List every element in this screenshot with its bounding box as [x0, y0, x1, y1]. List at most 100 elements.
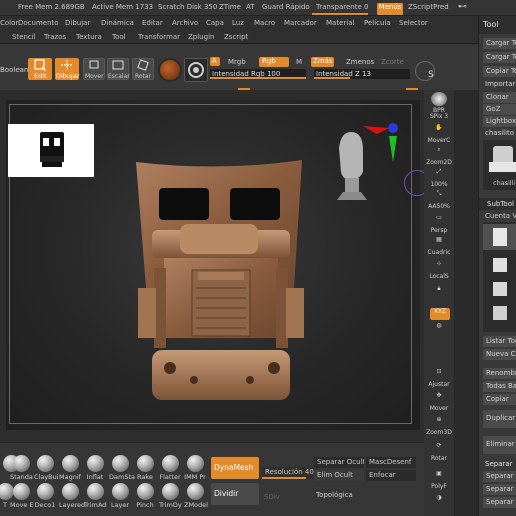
menu-tool[interactable]: Tool — [112, 33, 126, 41]
brush-claybuildup[interactable]: ClayBui — [34, 455, 59, 481]
menu-draw[interactable]: Dibujar — [65, 19, 90, 27]
zadd-toggle[interactable]: Zmás — [311, 57, 334, 67]
focus-button[interactable]: Enfocar — [366, 470, 416, 481]
menu-edit[interactable]: Editar — [142, 19, 163, 27]
brush-move-elastic[interactable]: Move E — [10, 483, 34, 509]
menu-document[interactable]: Documento — [18, 19, 59, 27]
brush-deco1[interactable]: Deco1 — [34, 483, 56, 509]
quick-save-button[interactable]: Guard Rápido — [262, 3, 310, 11]
move-view-button[interactable]: ✥ Mover — [426, 392, 452, 412]
m-toggle[interactable]: M — [296, 58, 302, 66]
menus-button[interactable]: Menús — [377, 3, 403, 15]
lightbox-button[interactable]: Lightbox — [483, 116, 516, 127]
brush-pinch[interactable]: Pinch — [134, 483, 156, 509]
divide-button[interactable]: Dividir — [211, 483, 259, 505]
antialias-half-button[interactable]: ⤡ AA50% — [426, 190, 452, 210]
rotate-view-button[interactable]: ⟳ Rotar — [426, 442, 452, 462]
brush-damstandard[interactable]: DamSta — [109, 455, 135, 481]
split-section-header[interactable]: Separar — [485, 460, 513, 468]
group-hidden-button[interactable]: Elim Ocult — [314, 470, 364, 481]
zsub-toggle[interactable]: Zmenos — [346, 58, 374, 66]
rename-button[interactable]: Renombrar — [483, 368, 516, 379]
zcut-toggle[interactable]: Zcorte — [381, 58, 404, 66]
duplicate-button[interactable]: Duplicar — [483, 410, 516, 428]
subtool-list[interactable] — [483, 222, 516, 332]
menu-stroke[interactable]: Trazos — [44, 33, 66, 41]
bpr-button[interactable]: BPR — [426, 92, 452, 114]
brush-rake[interactable]: Rake — [134, 455, 156, 481]
brush-trimadaptive[interactable]: TrimAd — [84, 483, 106, 509]
s-toggle[interactable]: S — [428, 70, 434, 80]
menu-dynamics[interactable]: Dinámica — [101, 19, 134, 27]
copy-subtool-button[interactable]: Copiar — [483, 394, 516, 405]
split-unmasked-button[interactable]: Separar P — [483, 497, 516, 508]
subtool-header[interactable]: SubTool — [479, 198, 516, 210]
brush-standard[interactable]: Standa — [10, 455, 33, 481]
load-tool-button[interactable]: Cargar Tool — [483, 38, 516, 49]
texture-swatch[interactable] — [184, 58, 208, 82]
floor-button[interactable]: ▦ Cuadric — [426, 236, 452, 256]
navigator-thumbnail[interactable] — [8, 124, 94, 177]
brush-layered[interactable]: Layered — [59, 483, 85, 509]
current-tool-thumbnail[interactable]: chasilli — [483, 140, 516, 190]
truck-model[interactable] — [134, 158, 306, 404]
brush-inflat[interactable]: Inflat — [84, 455, 106, 481]
a-toggle[interactable]: A — [210, 57, 220, 66]
menu-zplugin[interactable]: Zplugin — [188, 33, 214, 41]
transparency-button[interactable]: ◑ — [426, 494, 452, 507]
transparent-toggle[interactable]: Transparente 0 — [316, 3, 368, 11]
brush-zmodeler[interactable]: ZModel — [184, 483, 208, 509]
menu-layer[interactable]: Capa — [206, 19, 224, 27]
actual-size-button[interactable]: ⤢ 100% — [426, 168, 452, 188]
mask-blur-button[interactable]: MascDesenf — [366, 457, 416, 468]
material-swatch[interactable] — [158, 58, 182, 82]
menu-zscript[interactable]: Zscript — [224, 33, 248, 41]
list-all-button[interactable]: Listar Tod — [483, 336, 516, 347]
draw-button[interactable]: Dibujar — [55, 58, 80, 80]
brush-imm-primitives[interactable]: IMM Pr — [184, 455, 206, 481]
copy-tool-button[interactable]: Copiar Tool — [483, 66, 516, 77]
lock-button[interactable]: 🔒︎ — [426, 285, 452, 298]
default-zscript-button[interactable]: ZScriptPred — [408, 3, 449, 11]
xyz-rotation-toggle[interactable]: XYZ — [430, 308, 450, 320]
symmetry-toggle[interactable]: ◍ — [426, 322, 452, 335]
brush-trimdynamic[interactable]: TrimDy — [159, 483, 182, 509]
split-groups-button[interactable]: Separar P — [483, 484, 516, 495]
menu-file[interactable]: Archivo — [172, 19, 198, 27]
menu-macro[interactable]: Macro — [254, 19, 275, 27]
perspective-button[interactable]: ▭ Persp — [426, 214, 452, 234]
frame-button[interactable]: ⊡ Ajustar — [426, 368, 452, 388]
local-symmetry-button[interactable]: ⊹ LocalS — [426, 260, 452, 280]
rotate-button[interactable]: Rotar — [132, 58, 154, 80]
scroll-button[interactable]: ✋ MoverC — [426, 124, 452, 144]
move-button[interactable]: Mover — [83, 58, 105, 80]
spix-slider[interactable]: SPix 3 — [426, 113, 452, 120]
menu-color[interactable]: Color — [0, 19, 18, 27]
import-button[interactable]: Importar — [485, 80, 515, 88]
topological-button[interactable]: Topológica — [316, 491, 353, 499]
edit-button[interactable]: Edit — [28, 58, 52, 80]
menu-texture[interactable]: Textura — [76, 33, 102, 41]
menu-picker[interactable]: Selector — [399, 19, 428, 27]
tool-panel-icon[interactable]: ⊷ — [458, 2, 467, 12]
mrgb-toggle[interactable]: Mrgb — [228, 58, 246, 66]
sdiv-slider[interactable]: SDiv — [264, 493, 280, 501]
menu-movie[interactable]: Película — [364, 19, 391, 27]
menu-stencil[interactable]: Stencil — [12, 33, 36, 41]
scale-button[interactable]: Escalar — [107, 58, 130, 80]
new-folder-button[interactable]: Nueva Ca — [483, 349, 516, 360]
all-low-button[interactable]: Todas Ba — [483, 381, 516, 392]
dynamesh-button[interactable]: DynaMesh — [211, 457, 259, 479]
rgb-intensity-slider[interactable]: Intensidad Rgb 100 — [210, 69, 306, 79]
split-hidden-button[interactable]: Separar Ocultos — [483, 471, 516, 482]
z-intensity-slider[interactable]: Intensidad Z 13 — [314, 69, 410, 79]
menu-light[interactable]: Luz — [232, 19, 244, 27]
menu-transform[interactable]: Transformar — [138, 33, 180, 41]
brush-layer[interactable]: Layer — [109, 483, 131, 509]
zoom3d-button[interactable]: ⊕ Zoom3D — [426, 416, 452, 436]
orientation-gizmo[interactable] — [333, 122, 403, 206]
clone-button[interactable]: Clonar — [483, 92, 516, 103]
polyframe-button[interactable]: ▣ PolyF — [426, 470, 452, 490]
delete-button[interactable]: Eliminar — [483, 436, 516, 454]
brush-flatten[interactable]: Flatter — [159, 455, 181, 481]
